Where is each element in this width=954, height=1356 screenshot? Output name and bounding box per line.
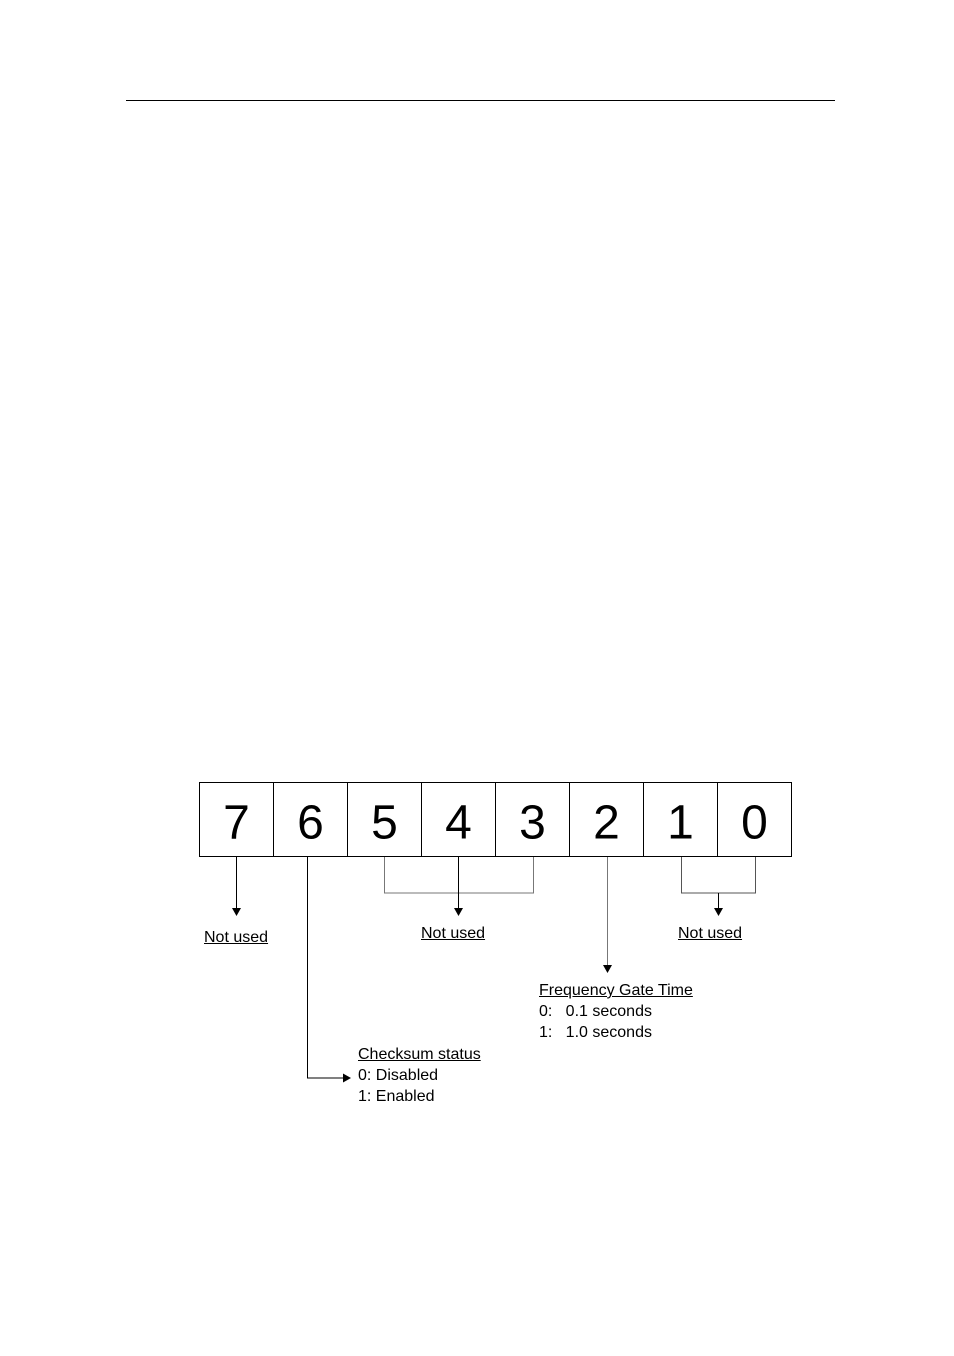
- bit6-option-1: 1: Enabled: [358, 1088, 435, 1105]
- bits5to3-label: Not used: [421, 925, 486, 942]
- arrow-right-icon: [343, 1073, 351, 1083]
- bit2-title: Frequency Gate Time: [539, 982, 693, 999]
- bit-number-2: 2: [593, 797, 620, 850]
- bit2-option-1: 1: 1.0 seconds: [539, 1024, 652, 1041]
- bit6-option-0: 0: Disabled: [358, 1067, 439, 1084]
- arrow-down-icon: [454, 908, 463, 916]
- bits1to0-bracket: [681, 857, 756, 894]
- bit-number-5: 5: [371, 797, 398, 850]
- bit-number-1: 1: [667, 797, 694, 850]
- arrow-down-icon: [232, 908, 241, 916]
- bit-cells: 76543210: [199, 782, 792, 857]
- bit7-label: Not used: [204, 929, 269, 946]
- bit-number-3: 3: [519, 797, 546, 850]
- register-diagram: 76543210: [199, 782, 792, 1083]
- bit-number-7: 7: [223, 797, 250, 850]
- bit6-title: Checksum status: [358, 1046, 481, 1063]
- bit6-connector: [307, 857, 345, 1079]
- bit-number-4: 4: [445, 797, 472, 850]
- bits1to0-label: Not used: [678, 925, 743, 942]
- bit-number-0: 0: [741, 797, 768, 850]
- arrow-down-icon: [603, 965, 612, 973]
- arrow-down-icon: [714, 908, 723, 916]
- bit2-option-0: 0: 0.1 seconds: [539, 1003, 652, 1020]
- bit-number-6: 6: [297, 797, 324, 850]
